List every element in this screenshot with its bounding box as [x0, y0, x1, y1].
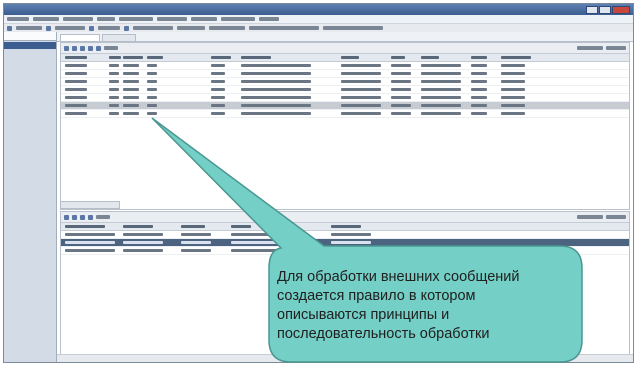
callout-text: Для обработки внешних сообщений создаетс… — [277, 269, 520, 342]
